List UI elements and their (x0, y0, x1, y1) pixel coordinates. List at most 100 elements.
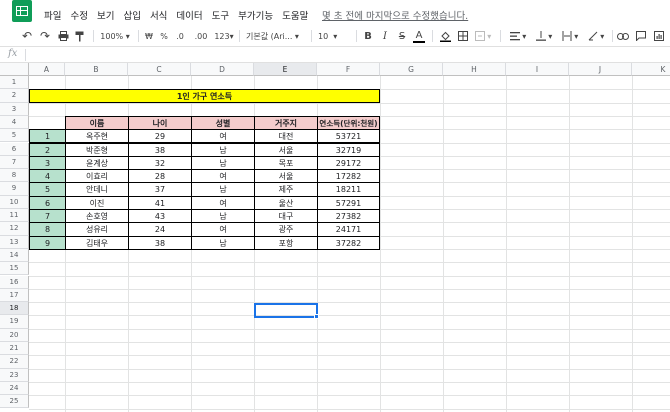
header-age[interactable]: 나이 (128, 116, 192, 130)
column-header-h[interactable]: H (443, 63, 506, 76)
cell-name[interactable]: 김태우 (65, 235, 129, 250)
column-header-j[interactable]: J (569, 63, 632, 76)
header-name[interactable]: 이름 (65, 116, 129, 130)
row-header-9[interactable]: 9 (0, 182, 29, 196)
merge-cells-icon[interactable]: ▾ (474, 29, 492, 43)
menu-file[interactable]: 파일 (44, 8, 67, 22)
percent-format-button[interactable]: % (159, 29, 169, 43)
cell-city[interactable]: 제주 (254, 182, 318, 197)
row-header-4[interactable]: 4 (0, 115, 29, 130)
row-header-13[interactable]: 13 (0, 235, 29, 249)
cell-age[interactable]: 38 (128, 142, 192, 157)
cell-number[interactable]: 8 (29, 222, 66, 237)
header-city[interactable]: 거주지 (254, 116, 318, 130)
row-header-25[interactable]: 25 (0, 395, 29, 409)
cell-income[interactable]: 27382 (317, 209, 380, 224)
cell-income[interactable]: 32719 (317, 142, 380, 157)
fill-color-icon[interactable] (438, 29, 452, 43)
cell-city[interactable]: 목포 (254, 155, 318, 171)
insert-link-icon[interactable] (616, 29, 630, 43)
cell-number[interactable]: 9 (29, 235, 66, 250)
cell-number[interactable]: 2 (29, 142, 66, 157)
select-all-corner[interactable] (0, 63, 29, 76)
cell-age[interactable]: 41 (128, 195, 192, 210)
cell-number[interactable]: 4 (29, 169, 66, 184)
cell-gender[interactable]: 남 (191, 142, 255, 157)
column-header-c[interactable]: C (128, 63, 191, 76)
cell-number[interactable]: 3 (29, 155, 66, 171)
column-header-a[interactable]: A (29, 63, 65, 76)
row-header-24[interactable]: 24 (0, 381, 29, 396)
fill-handle[interactable] (314, 314, 319, 319)
increase-decimal-button[interactable]: .00 (192, 29, 210, 43)
row-header-5[interactable]: 5 (0, 129, 29, 143)
cell-gender[interactable]: 남 (191, 209, 255, 224)
row-header-12[interactable]: 12 (0, 222, 29, 236)
cell-age[interactable]: 32 (128, 155, 192, 171)
insert-chart-icon[interactable] (652, 29, 666, 43)
column-header-g[interactable]: G (380, 63, 443, 76)
cell-city[interactable]: 포항 (254, 235, 318, 250)
cell-age[interactable]: 43 (128, 209, 192, 224)
row-header-23[interactable]: 23 (0, 368, 29, 382)
spreadsheet-grid[interactable]: A B C D E F G H I J K 1 2 3 4 5 6 7 8 9 10 11 12 13 1… (0, 63, 670, 412)
row-header-22[interactable]: 22 (0, 355, 29, 369)
redo-icon[interactable]: ↷ (38, 29, 52, 43)
row-header-17[interactable]: 17 (0, 288, 29, 303)
print-icon[interactable] (56, 29, 70, 43)
cell-city[interactable]: 서울 (254, 169, 318, 184)
paint-format-icon[interactable] (73, 29, 87, 43)
cell-gender[interactable]: 남 (191, 235, 255, 250)
column-header-e[interactable]: E (254, 63, 317, 76)
zoom-select[interactable]: 100% ▾ (98, 29, 132, 43)
column-header-f[interactable]: F (317, 63, 380, 76)
cell-city[interactable]: 울산 (254, 195, 318, 210)
header-gender[interactable]: 성별 (191, 116, 255, 130)
cell-number[interactable]: 6 (29, 195, 66, 210)
cell-age[interactable]: 38 (128, 235, 192, 250)
cell-name[interactable]: 성유리 (65, 222, 129, 237)
cell-age[interactable]: 37 (128, 182, 192, 197)
row-header-2[interactable]: 2 (0, 89, 29, 103)
row-header-6[interactable]: 6 (0, 142, 29, 156)
font-family-select[interactable]: 기본값 (Ari... ▾ (246, 29, 299, 43)
cell-age[interactable]: 28 (128, 169, 192, 184)
row-header-20[interactable]: 20 (0, 328, 29, 342)
header-income[interactable]: 연소득(단위:천원) (317, 116, 380, 130)
cell-name[interactable]: 이효리 (65, 169, 129, 184)
menu-data[interactable]: 데이터 (176, 8, 208, 22)
sheets-logo[interactable] (12, 0, 32, 22)
currency-format-button[interactable]: ₩ (144, 29, 154, 43)
cell-gender[interactable]: 남 (191, 182, 255, 197)
cell-gender[interactable]: 여 (191, 195, 255, 210)
row-header-14[interactable]: 14 (0, 248, 29, 263)
column-header-b[interactable]: B (65, 63, 128, 76)
insert-comment-icon[interactable] (634, 29, 648, 43)
text-wrap-icon[interactable]: ▾ (559, 29, 581, 43)
undo-icon[interactable]: ↶ (20, 29, 34, 43)
bold-button[interactable]: B (362, 29, 374, 43)
menu-edit[interactable]: 수정 (70, 8, 93, 22)
cell-age[interactable]: 24 (128, 222, 192, 237)
cell-name[interactable]: 박준형 (65, 142, 129, 157)
cell-city[interactable]: 서울 (254, 142, 318, 157)
row-header-1[interactable]: 1 (0, 76, 29, 90)
cell-city[interactable]: 광주 (254, 222, 318, 237)
row-header-8[interactable]: 8 (0, 169, 29, 183)
menu-addons[interactable]: 부가기능 (238, 8, 279, 22)
font-size-select[interactable]: 10 ▾ (318, 29, 344, 43)
row-header-19[interactable]: 19 (0, 315, 29, 329)
cell-gender[interactable]: 여 (191, 222, 255, 237)
menu-view[interactable]: 보기 (97, 8, 120, 22)
row-header-16[interactable]: 16 (0, 275, 29, 289)
italic-button[interactable]: I (379, 29, 391, 43)
menu-tools[interactable]: 도구 (212, 8, 235, 22)
row-header-3[interactable]: 3 (0, 102, 29, 116)
text-color-button[interactable]: A (413, 29, 425, 43)
menu-format[interactable]: 서식 (150, 8, 173, 22)
cell-gender[interactable]: 여 (191, 129, 255, 144)
horizontal-align-icon[interactable]: ▾ (507, 29, 529, 43)
menu-help[interactable]: 도움말 (282, 8, 314, 22)
formula-input[interactable] (30, 47, 670, 63)
selected-cell-e18[interactable] (254, 303, 318, 318)
